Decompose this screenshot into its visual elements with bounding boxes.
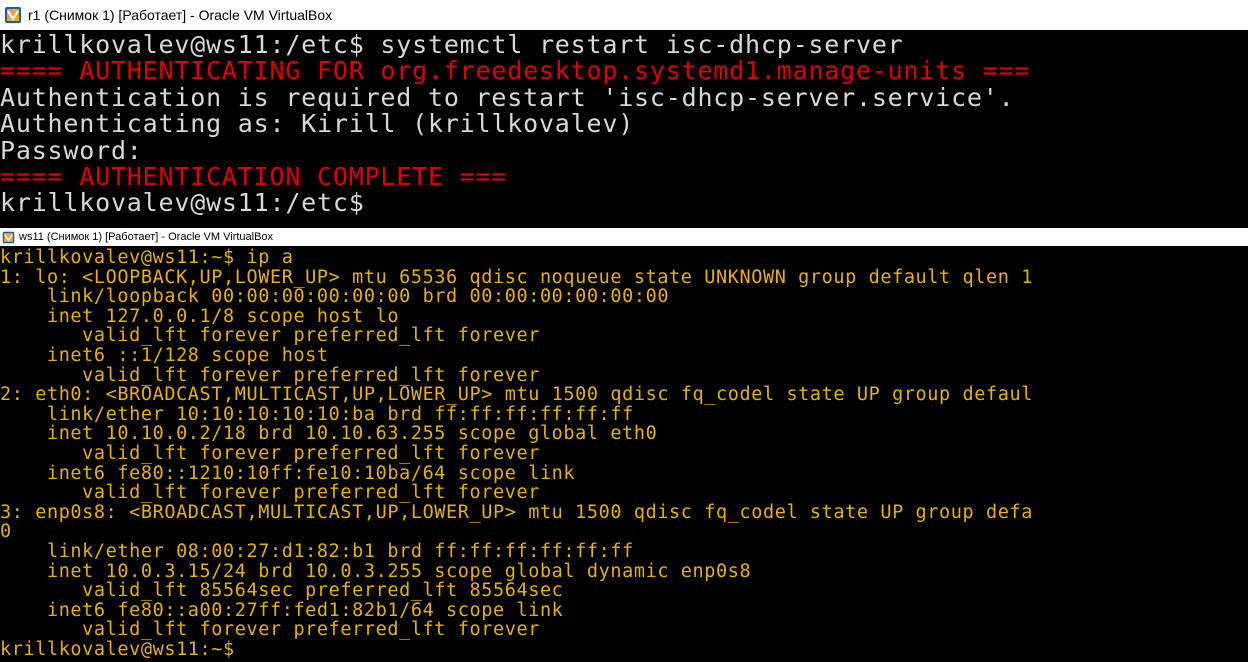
terminal-line: valid_lft forever preferred_lft forever [0,442,540,464]
window-title: ws11 (Снимок 1) [Работает] - Oracle VM V… [19,231,274,243]
virtualbox-icon [2,231,15,244]
vm-window-ws11[interactable]: ws11 (Снимок 1) [Работает] - Oracle VM V… [0,228,1248,662]
terminal-line: valid_lft forever preferred_lft forever [0,325,540,347]
terminal-line: krillkovalev@ws11:/etc$ systemctl restar… [0,30,904,59]
terminal-line: valid_lft forever preferred_lft forever [0,619,540,641]
virtualbox-icon [4,6,22,24]
terminal-line: valid_lft 85564sec preferred_lft 85564se… [0,580,564,602]
terminal-line: inet 10.10.0.2/18 brd 10.10.63.255 scope… [0,423,658,445]
terminal-line: krillkovalev@ws11:~$ ip a [0,247,294,268]
terminal-line: valid_lft forever preferred_lft forever [0,364,540,386]
terminal-line: link/ether 10:10:10:10:10:ba brd ff:ff:f… [0,403,634,425]
terminal-line: inet6 ::1/128 scope host [0,344,329,366]
terminal-line: 2: eth0: <BROADCAST,MULTICAST,UP,LOWER_U… [0,384,1033,406]
terminal-line: link/loopback 00:00:00:00:00:00 brd 00:0… [0,286,670,308]
terminal-line: Authenticating as: Kirill (krillkovalev) [0,109,635,139]
terminal-line: link/ether 08:00:27:d1:82:b1 brd ff:ff:f… [0,540,634,562]
terminal-line: 3: enp0s8: <BROADCAST,MULTICAST,UP,LOWER… [0,501,1033,523]
terminal-line: valid_lft forever preferred_lft forever [0,482,540,504]
terminal-console[interactable]: krillkovalev@ws11:/etc$ systemctl restar… [0,30,1248,228]
terminal-line: Authentication is required to restart 'i… [0,82,1015,112]
terminal-line: inet 10.0.3.15/24 brd 10.0.3.255 scope g… [0,560,752,582]
window-title: r1 (Снимок 1) [Работает] - Oracle VM Vir… [28,7,333,23]
terminal-line: krillkovalev@ws11:/etc$ [0,188,365,218]
terminal-console[interactable]: krillkovalev@ws11:~$ ip a 1: lo: <LOOPBAC… [0,246,1248,662]
terminal-line: ==== AUTHENTICATING FOR org.freedesktop.… [0,56,1031,86]
terminal-line: 0 [0,521,12,543]
terminal-line: ==== AUTHENTICATION COMPLETE === [0,162,508,192]
terminal-line: inet6 fe80::1210:10ff:fe10:10ba/64 scope… [0,462,576,484]
terminal-line: inet 127.0.0.1/8 scope host lo [0,305,400,327]
window-titlebar[interactable]: r1 (Снимок 1) [Работает] - Oracle VM Vir… [0,0,1248,30]
vm-window-r1[interactable]: r1 (Снимок 1) [Работает] - Oracle VM Vir… [0,0,1248,228]
terminal-line: 1: lo: <LOOPBACK,UP,LOWER_UP> mtu 65536 … [0,266,1033,288]
terminal-line: inet6 fe80::a00:27ff:fed1:82b1/64 scope … [0,599,564,621]
terminal-line: Password: [0,135,143,165]
terminal-line: krillkovalev@ws11:~$ [0,638,235,660]
window-titlebar[interactable]: ws11 (Снимок 1) [Работает] - Oracle VM V… [0,228,1248,246]
